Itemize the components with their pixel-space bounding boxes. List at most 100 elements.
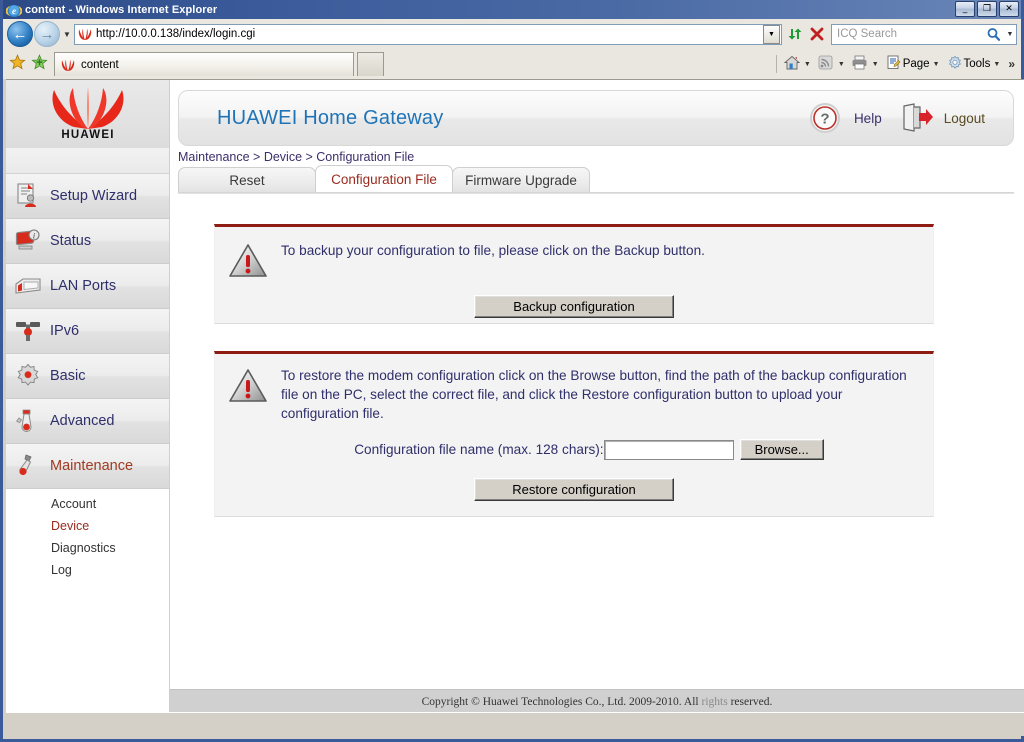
sidebar-spacer <box>6 148 170 174</box>
sidebar-item-lan-ports[interactable]: LAN Ports <box>6 264 170 309</box>
search-input[interactable]: ICQ Search <box>832 28 982 40</box>
browser-status-bar <box>6 712 1024 736</box>
forward-button[interactable]: → <box>34 21 60 47</box>
address-bar[interactable]: http://10.0.0.138/index/login.cgi ▼ <box>74 23 782 45</box>
history-dropdown-button[interactable]: ▼ <box>60 30 74 39</box>
sidebar-subitem-diagnostics[interactable]: Diagnostics <box>6 537 170 559</box>
sidebar-subitem-log[interactable]: Log <box>6 559 170 581</box>
logout-door-icon[interactable] <box>882 103 934 133</box>
sidebar-item-maintenance[interactable]: Maintenance <box>6 444 170 489</box>
back-button[interactable]: ← <box>7 21 33 47</box>
sidebar-item-label: LAN Ports <box>50 278 117 294</box>
browser-tab[interactable]: content <box>54 52 354 76</box>
restore-panel: To restore the modem configuration click… <box>214 351 934 517</box>
search-box[interactable]: ICQ Search ▼ <box>831 23 1017 45</box>
ipv6-icon <box>6 318 50 344</box>
sidebar-item-label: IPv6 <box>50 323 80 339</box>
tools-menu-button[interactable]: Tools ▼ <box>945 53 1006 75</box>
tab-firmware-upgrade[interactable]: Firmware Upgrade <box>452 167 590 192</box>
sidebar-subitem-label: Account <box>51 497 97 511</box>
double-chevron-icon: » <box>1008 57 1015 71</box>
tab-label: Reset <box>229 172 265 188</box>
setup-wizard-icon <box>6 182 50 210</box>
maintenance-icon <box>6 452 50 480</box>
tab-strip: Reset Configuration File Firmware Upgrad… <box>178 165 590 192</box>
page-title: HUAWEI Home Gateway <box>217 106 444 129</box>
logout-link[interactable]: Logout <box>934 111 985 126</box>
copyright-text: Copyright © Huawei Technologies Co., Ltd… <box>422 696 773 708</box>
config-file-name-label: Configuration file name (max. 128 chars)… <box>354 442 604 457</box>
window-titlebar: e content - Windows Internet Explorer _ … <box>3 0 1021 19</box>
config-file-name-input[interactable] <box>603 439 734 460</box>
help-question-icon[interactable]: ? <box>806 102 844 134</box>
favorites-center-button[interactable] <box>6 53 28 75</box>
sidebar-item-label: Maintenance <box>50 458 134 474</box>
main-content: HUAWEI Home Gateway ? Help Logout Mainte… <box>170 80 1024 712</box>
restore-button[interactable]: ❐ <box>977 1 997 17</box>
huawei-favicon <box>60 58 76 72</box>
backup-button-label: Backup configuration <box>513 299 635 314</box>
page-viewport: HUAWEI Setup Wizard i Status LAN Ports I… <box>6 79 1024 712</box>
close-glyph: ✕ <box>1005 3 1013 14</box>
tab-bar: content ▼ ▼ ▼ Page ▼ Tools ▼ » <box>3 49 1021 79</box>
tab-underline <box>178 192 1014 194</box>
toolbar-separator <box>775 55 777 73</box>
sidebar-subitem-account[interactable]: Account <box>6 493 170 515</box>
router-admin-page: HUAWEI Setup Wizard i Status LAN Ports I… <box>6 80 1024 712</box>
feeds-button[interactable]: ▼ <box>816 53 850 75</box>
command-toolbar: ▼ ▼ ▼ Page ▼ Tools ▼ » <box>771 49 1018 79</box>
add-to-favorites-button[interactable] <box>28 53 50 75</box>
page-icon <box>885 55 903 73</box>
advanced-icon <box>6 407 50 435</box>
copyright-sub: rights <box>701 695 728 708</box>
gear-icon <box>946 55 964 74</box>
close-x-icon <box>810 27 824 41</box>
huawei-favicon <box>77 27 93 41</box>
page-menu-label: Page <box>902 58 930 70</box>
tab-reset[interactable]: Reset <box>178 167 316 192</box>
breadcrumb: Maintenance > Device > Configuration Fil… <box>178 150 415 164</box>
sidebar-item-label: Setup Wizard <box>50 188 138 204</box>
restore-button-label: Restore configuration <box>512 482 636 497</box>
address-dropdown-button[interactable]: ▼ <box>763 24 780 44</box>
sidebar-item-status[interactable]: i Status <box>6 219 170 264</box>
sidebar-subitem-label: Device <box>51 519 90 533</box>
refresh-button[interactable] <box>784 23 806 45</box>
minimize-button[interactable]: _ <box>955 1 975 17</box>
sidebar-item-setup-wizard[interactable]: Setup Wizard <box>6 174 170 219</box>
tab-configuration-file[interactable]: Configuration File <box>315 165 453 192</box>
toolbar-overflow-button[interactable]: » <box>1005 57 1015 71</box>
stop-button[interactable] <box>806 23 828 45</box>
backup-panel-text: To backup your configuration to file, pl… <box>281 243 705 258</box>
sidebar-item-ipv6[interactable]: IPv6 <box>6 309 170 354</box>
home-button[interactable]: ▼ <box>782 53 816 75</box>
svg-text:?: ? <box>820 111 829 128</box>
svg-text:i: i <box>33 232 35 241</box>
sidebar-subitem-label: Log <box>51 563 72 577</box>
search-dropdown-button[interactable]: ▼ <box>1004 31 1016 38</box>
restore-configuration-button[interactable]: Restore configuration <box>474 478 674 501</box>
basic-gear-icon <box>6 362 50 390</box>
tab-label: Firmware Upgrade <box>465 172 577 188</box>
sidebar: HUAWEI Setup Wizard i Status LAN Ports I… <box>6 80 170 712</box>
status-icon: i <box>6 227 50 255</box>
close-button[interactable]: ✕ <box>999 1 1019 17</box>
refresh-icon <box>788 28 802 40</box>
warning-triangle-icon <box>215 241 281 279</box>
search-icon[interactable] <box>982 25 1004 44</box>
print-button[interactable]: ▼ <box>850 53 884 75</box>
new-tab-button[interactable] <box>357 52 384 76</box>
page-menu-button[interactable]: Page ▼ <box>884 53 945 75</box>
sidebar-item-label: Basic <box>50 368 86 384</box>
sidebar-item-label: Advanced <box>50 413 115 429</box>
sidebar-item-basic[interactable]: Basic <box>6 354 170 399</box>
sidebar-item-advanced[interactable]: Advanced <box>6 399 170 444</box>
browse-button[interactable]: Browse... <box>739 439 824 460</box>
copyright-end: reserved. <box>727 695 773 708</box>
sidebar-subitem-device[interactable]: Device <box>6 515 170 537</box>
help-link[interactable]: Help <box>844 111 882 126</box>
minimize-glyph: _ <box>962 3 968 14</box>
tab-label: Configuration File <box>331 171 437 187</box>
svg-text:e: e <box>12 6 16 16</box>
backup-configuration-button[interactable]: Backup configuration <box>474 295 674 318</box>
